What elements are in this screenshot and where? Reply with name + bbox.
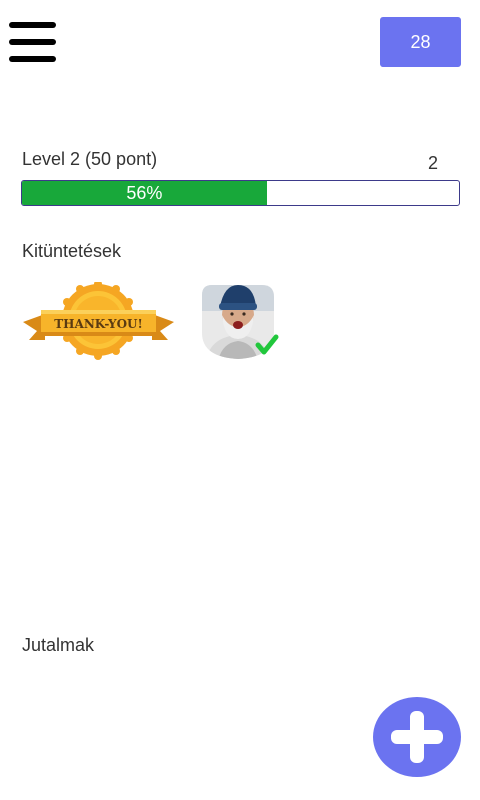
level-progress-fill: 56% bbox=[22, 181, 267, 205]
rewards-title: Jutalmak bbox=[22, 635, 95, 655]
add-button[interactable] bbox=[373, 697, 461, 777]
level-progress-bar: 56% bbox=[21, 180, 460, 206]
level-count: 2 bbox=[428, 153, 439, 173]
plus-icon bbox=[391, 711, 443, 763]
profile-photo-badge-icon bbox=[202, 285, 279, 359]
awards-title: Kitüntetések bbox=[22, 241, 122, 261]
level-label: Level 2 (50 pont) bbox=[22, 149, 158, 169]
thank-you-badge-text: THANK-YOU! bbox=[54, 317, 143, 331]
menu-bar-top bbox=[9, 22, 56, 28]
menu-bar-bottom bbox=[9, 56, 56, 62]
hamburger-menu-button[interactable] bbox=[9, 22, 56, 62]
thank-you-badge[interactable]: THANK-YOU! bbox=[23, 280, 174, 360]
points-button[interactable]: 28 bbox=[380, 17, 461, 67]
thank-you-ribbon-icon: THANK-YOU! bbox=[23, 280, 174, 360]
profile-photo-badge[interactable] bbox=[196, 281, 280, 361]
level-progress-label: 56% bbox=[126, 182, 163, 203]
menu-bar-middle bbox=[9, 39, 56, 45]
